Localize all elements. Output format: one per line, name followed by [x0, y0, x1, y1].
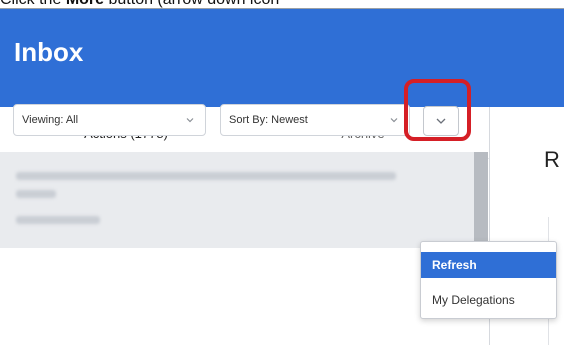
menu-item-my-delegations[interactable]: My Delegations: [421, 287, 556, 313]
chevron-down-icon: [186, 118, 194, 123]
chevron-down-icon: [390, 118, 398, 123]
menu-item-refresh-label: Refresh: [432, 258, 477, 272]
scrollbar[interactable]: [474, 152, 488, 248]
app-header: Inbox: [0, 9, 564, 107]
list-item[interactable]: [0, 152, 474, 248]
sort-select-label: Sort By: Newest: [229, 114, 308, 126]
menu-item-refresh[interactable]: Refresh: [421, 252, 556, 278]
callout-highlight: [404, 79, 471, 141]
viewing-filter-select[interactable]: Viewing: All: [13, 104, 206, 136]
blurred-text: [16, 172, 396, 180]
instruction-prefix: Click the: [0, 0, 61, 8]
menu-item-my-delegations-label: My Delegations: [432, 293, 515, 307]
viewing-filter-label: Viewing: All: [22, 114, 79, 126]
app-window: Inbox Actions (1778) Archive Viewing: Al…: [0, 8, 564, 345]
instruction-bold: More: [66, 0, 104, 8]
page-title: Inbox: [14, 37, 84, 67]
blurred-text: [16, 216, 100, 224]
sort-select[interactable]: Sort By: Newest: [220, 104, 410, 136]
inbox-item-list: [0, 152, 474, 248]
blurred-text: [16, 190, 56, 198]
instruction-suffix: button (arrow down icon: [109, 0, 280, 8]
detail-title: R: [544, 147, 560, 172]
instruction-text: Click the More button (arrow down icon: [0, 0, 564, 8]
more-dropdown-menu: Refresh My Delegations: [420, 241, 557, 319]
